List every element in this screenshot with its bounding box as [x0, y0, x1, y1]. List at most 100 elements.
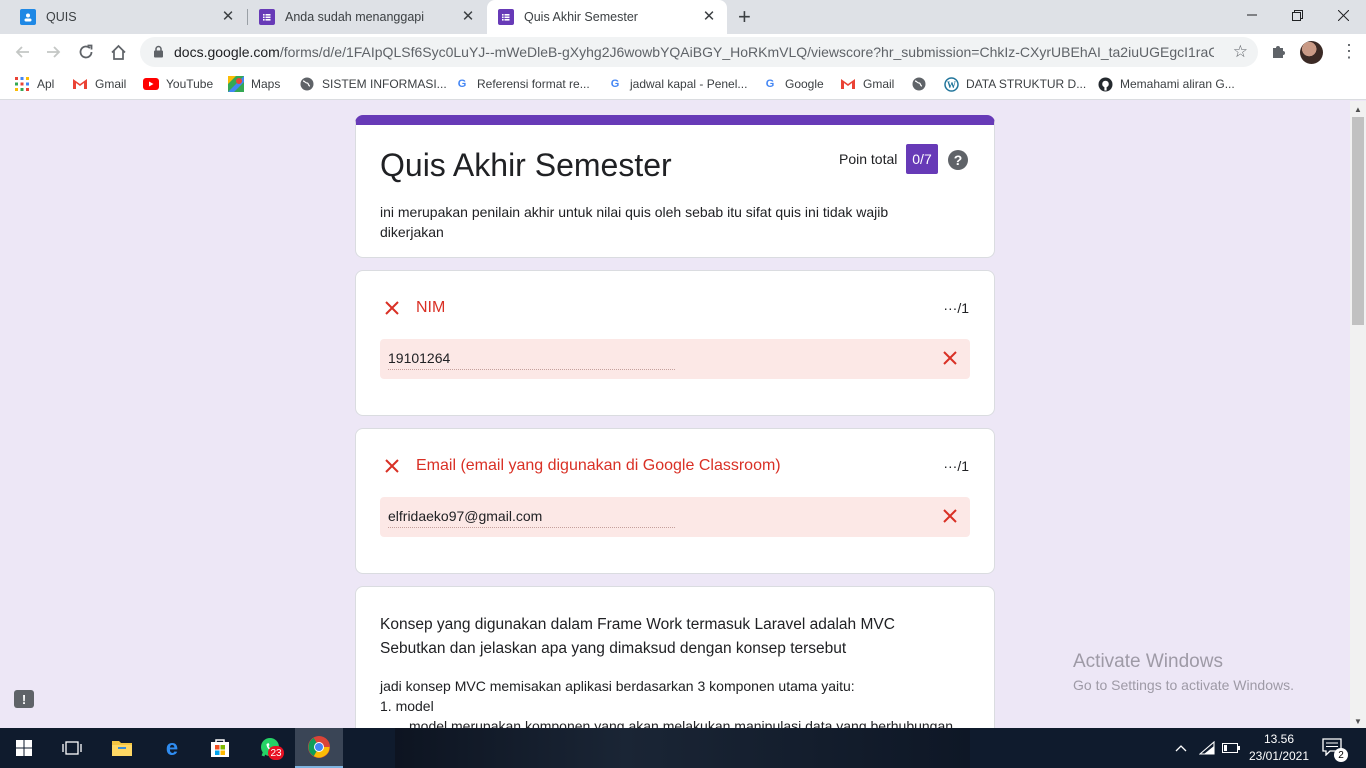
- show-hidden-icons[interactable]: [1175, 728, 1187, 768]
- bookmark-label: Google: [785, 77, 824, 91]
- bookmark-label: Gmail: [863, 77, 895, 91]
- bookmark-label: Memahami aliran G...: [1120, 77, 1235, 91]
- bookmark-jadwal-kapal[interactable]: G jadwal kapal - Penel...: [607, 76, 748, 92]
- classroom-icon: [20, 9, 36, 25]
- form-header-card: Quis Akhir Semester Poin total 0/7 ? ini…: [355, 115, 995, 258]
- scroll-up-icon[interactable]: ▲: [1354, 105, 1362, 114]
- clock-date: 23/01/2021: [1248, 749, 1310, 763]
- bookmark-referensi[interactable]: G Referensi format re...: [454, 76, 590, 92]
- back-button[interactable]: [10, 40, 34, 64]
- bookmark-apl[interactable]: Apl: [14, 76, 54, 92]
- address-bar[interactable]: docs.google.com/forms/d/e/1FAIpQLSf6Syc0…: [140, 37, 1258, 67]
- watermark-subtitle: Go to Settings to activate Windows.: [1073, 677, 1294, 693]
- tab-title: QUIS: [46, 10, 77, 24]
- taskbar-background-image: [395, 728, 970, 768]
- close-icon[interactable]: ✕: [220, 9, 236, 25]
- essay-answer-line: 1. model: [380, 698, 434, 714]
- new-tab-button[interactable]: +: [738, 6, 751, 28]
- chrome-icon: [308, 736, 330, 758]
- points-total-label: Poin total: [839, 151, 898, 167]
- chevron-up-icon: [1175, 745, 1187, 752]
- bookmark-gmail[interactable]: Gmail: [72, 76, 126, 92]
- tab-strip: QUIS ✕ Anda sudah menanggapi ✕ Quis Akhi…: [0, 0, 1366, 34]
- score-badge: 0/7: [906, 144, 938, 174]
- chrome-button[interactable]: [295, 728, 343, 768]
- bookmark-label: SISTEM INFORMASI...: [322, 77, 447, 91]
- tab-quis[interactable]: QUIS ✕: [0, 0, 246, 34]
- question-title: NIM: [416, 299, 446, 316]
- bookmark-data-struktur[interactable]: W DATA STRUKTUR D...: [943, 76, 1086, 92]
- forms-icon: [259, 9, 275, 25]
- incorrect-answer-icon: [942, 350, 958, 371]
- bookmark-memahami-aliran[interactable]: Memahami aliran G...: [1097, 76, 1235, 92]
- close-icon[interactable]: ✕: [460, 9, 476, 25]
- reload-button[interactable]: [74, 40, 98, 64]
- url-path: /forms/d/e/1FAIpQLSf6Syc0LuYJ--mWeDleB-g…: [279, 44, 1214, 60]
- bookmarks-bar: Apl Gmail YouTube Maps SISTEM INFORMASI.…: [0, 70, 1366, 100]
- gmail-icon: [840, 76, 856, 92]
- bookmark-label: Gmail: [95, 77, 127, 91]
- task-view-button[interactable]: [48, 728, 96, 768]
- minimize-button[interactable]: [1229, 0, 1275, 30]
- essay-answer-line: jadi konsep MVC memisakan aplikasi berda…: [380, 678, 855, 694]
- scroll-down-icon[interactable]: ▼: [1354, 717, 1362, 726]
- extensions-icon[interactable]: [1270, 43, 1287, 65]
- forms-icon: [498, 9, 514, 25]
- answer-underline: [388, 527, 675, 528]
- tab-anda-sudah-menanggapi[interactable]: Anda sudah menanggapi ✕: [248, 0, 486, 34]
- globe-icon: [299, 76, 315, 92]
- tab-title: Quis Akhir Semester: [524, 10, 638, 24]
- restore-button[interactable]: [1274, 0, 1320, 30]
- svg-text:W: W: [947, 80, 956, 90]
- incorrect-icon: [384, 300, 400, 321]
- start-button[interactable]: [0, 728, 48, 768]
- profile-avatar[interactable]: [1300, 41, 1323, 64]
- file-explorer-button[interactable]: [98, 728, 146, 768]
- lock-icon[interactable]: [153, 45, 164, 63]
- bookmark-star-icon[interactable]: ☆: [1233, 42, 1248, 62]
- url-text[interactable]: docs.google.com/forms/d/e/1FAIpQLSf6Syc0…: [174, 44, 1214, 60]
- bookmark-google[interactable]: G Google: [762, 76, 824, 92]
- question-card-email: Email (email yang digunakan di Google Cl…: [355, 428, 995, 574]
- page-scrollbar[interactable]: ▲ ▼: [1350, 101, 1366, 728]
- scrollbar-thumb[interactable]: [1352, 117, 1364, 325]
- store-button[interactable]: [196, 728, 244, 768]
- close-icon[interactable]: ✕: [701, 9, 717, 25]
- notification-count-badge: 2: [1334, 748, 1348, 762]
- form-title: Quis Akhir Semester: [380, 147, 672, 183]
- report-feedback-icon[interactable]: !: [14, 690, 34, 708]
- close-window-button[interactable]: [1320, 0, 1366, 30]
- question-title: Email (email yang digunakan di Google Cl…: [416, 457, 781, 474]
- bookmark-globe[interactable]: [911, 76, 934, 92]
- forward-button[interactable]: [42, 40, 66, 64]
- activate-windows-watermark: Activate Windows Go to Settings to activ…: [1073, 651, 1294, 693]
- form-description: ini merupakan penilain akhir untuk nilai…: [380, 204, 889, 240]
- bookmark-gmail-2[interactable]: Gmail: [840, 76, 894, 92]
- answer-underline: [388, 369, 675, 370]
- bookmark-label: YouTube: [166, 77, 214, 91]
- whatsapp-button[interactable]: 23: [246, 728, 294, 768]
- edge-button[interactable]: e: [148, 728, 196, 768]
- battery-icon[interactable]: [1222, 728, 1240, 768]
- essay-question: Konsep yang digunakan dalam Frame Work t…: [380, 613, 970, 661]
- clock-time: 13.56: [1263, 732, 1295, 746]
- bookmark-sistem-informasi[interactable]: SISTEM INFORMASI...: [299, 76, 447, 92]
- question-points: ···/1: [943, 300, 969, 316]
- wordpress-icon: W: [943, 76, 959, 92]
- help-icon[interactable]: ?: [948, 150, 968, 170]
- tab-quis-akhir-semester[interactable]: Quis Akhir Semester ✕: [487, 0, 727, 34]
- system-clock[interactable]: 13.56 23/01/2021: [1248, 731, 1310, 765]
- bookmark-label: Maps: [251, 77, 281, 91]
- bookmark-youtube[interactable]: YouTube: [143, 76, 213, 92]
- incorrect-icon: [384, 458, 400, 479]
- home-button[interactable]: [106, 40, 130, 64]
- more-menu-icon[interactable]: ⋮: [1340, 41, 1358, 61]
- bookmark-maps[interactable]: Maps: [228, 76, 280, 92]
- github-icon: [1097, 76, 1113, 92]
- windows-logo-icon: [16, 740, 32, 756]
- question-points: ···/1: [943, 458, 969, 474]
- question-card-essay: Konsep yang digunakan dalam Frame Work t…: [355, 586, 995, 728]
- whatsapp-badge: 23: [268, 746, 284, 760]
- network-icon[interactable]: [1199, 728, 1215, 768]
- bookmark-label: jadwal kapal - Penel...: [630, 77, 748, 91]
